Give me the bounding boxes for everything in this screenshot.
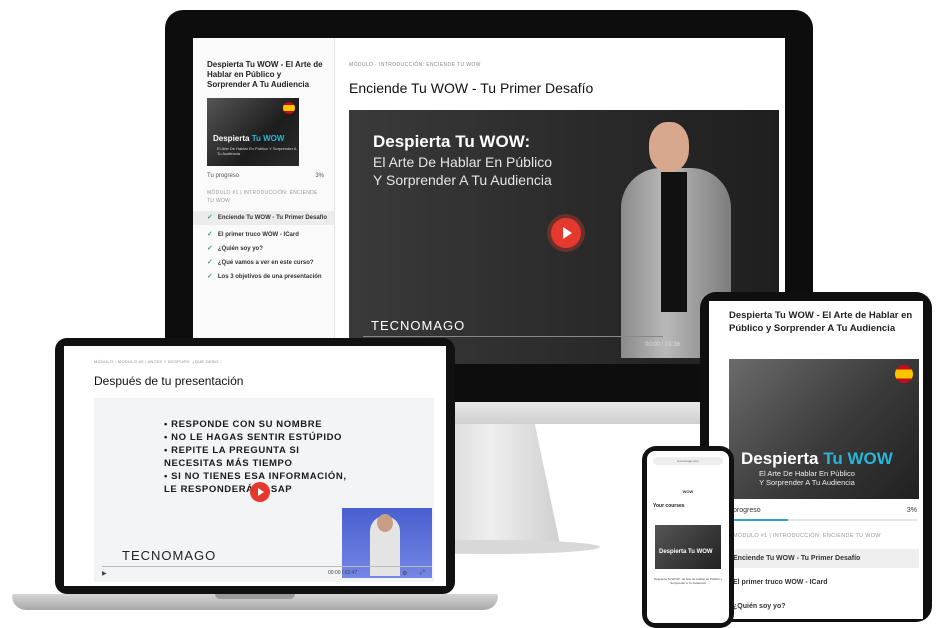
course-title: Despierta Tu WOW - El Arte de Hablar en … — [207, 60, 323, 89]
module-label: MÓDULO #1 | INTRODUCCIÓN: ENCIENDE TU WO… — [207, 190, 318, 204]
breadcrumb[interactable]: MÓDULO · MÓDULO #5 | ANTES Y DESPUÉS: ¿Q… — [94, 359, 223, 364]
course-card-desc: Despierta Tu WOW - El Arte de Hablar en … — [653, 577, 723, 585]
spain-flag-icon — [895, 365, 913, 383]
speaker-head — [649, 122, 689, 172]
breadcrumb[interactable]: MÓDULO · INTRODUCCIÓN: ENCIENDE TU WOW — [349, 62, 481, 68]
imac-screen: Despierta Tu WOW - El Arte de Hablar en … — [193, 38, 785, 364]
course-thumbnail[interactable]: Despierta Tu WOW El Arte De Hablar En Pú… — [207, 98, 299, 166]
video-time: 00:00 / 03:36 — [645, 342, 681, 348]
video-heading: Despierta Tu WOW: — [373, 132, 531, 151]
play-button-icon[interactable] — [551, 218, 581, 248]
brand-logo: TECNOMAGO — [122, 548, 217, 563]
slide-bullet: • RESPONDE CON SU NOMBRE — [164, 419, 323, 430]
site-logo: WOW — [682, 489, 694, 494]
laptop-notch — [215, 594, 295, 599]
slide-bullet: • REPITE LA PREGUNTA SI — [164, 445, 300, 456]
lesson-title: Enciende Tu WOW - Tu Primer Desafío — [349, 80, 594, 96]
spain-flag-icon — [283, 102, 295, 114]
lesson-label: ¿Qué vamos a ver en este curso? — [217, 260, 314, 266]
lesson-label: Enciende Tu WOW - Tu Primer Desafío — [217, 215, 327, 221]
slide-bullet: • NO LE HAGAS SENTIR ESTÚPIDO — [164, 432, 343, 443]
hero-subtitle: El Arte De Hablar En Público Y Sorprender… — [759, 469, 855, 487]
lesson-label: Los 3 objetivos de una presentación — [217, 274, 322, 280]
check-icon: ✓ — [207, 245, 213, 252]
module-label: MÓDULO #1 | INTRODUCCIÓN: ENCIENDE TU WO… — [733, 533, 881, 539]
course-title: Despierta Tu WOW - El Arte de Hablar en … — [729, 310, 913, 334]
video-progress-bar[interactable] — [102, 566, 432, 567]
lesson-label: ¿Quién soy yo? — [217, 246, 263, 252]
progress-value: 3% — [315, 173, 324, 179]
slide-bullet: • SI NO TIENES ESA INFORMACIÓN, — [164, 471, 347, 482]
lesson-item[interactable]: ✓ Los 3 objetivos de una presentación — [207, 273, 324, 281]
check-icon: ✓ — [207, 273, 213, 280]
course-card-title: Despierta Tu WOW — [659, 549, 713, 555]
course-sidebar: Despierta Tu WOW - El Arte de Hablar en … — [193, 38, 335, 364]
progress-label: progreso — [733, 507, 761, 514]
lesson-item[interactable]: ✓ ¿Quién soy yo? — [207, 245, 324, 253]
check-icon: ✓ — [207, 231, 213, 238]
check-icon: ✓ — [207, 259, 213, 266]
progress-row: progreso 3% — [733, 507, 917, 514]
tablet-screen: Despierta Tu WOW - El Arte de Hablar en … — [709, 301, 923, 619]
progress-value: 3% — [906, 507, 917, 514]
settings-icon[interactable]: ⚙ — [402, 570, 407, 577]
video-progress-bar[interactable] — [363, 336, 663, 337]
video-subheading-2: Y Sorprender A Tu Audiencia — [373, 172, 552, 188]
video-player[interactable]: • RESPONDE CON SU NOMBRE • NO LE HAGAS S… — [94, 398, 434, 582]
progress-bar — [733, 519, 917, 521]
lesson-item[interactable]: ¿Quién soy yo? — [729, 597, 919, 616]
video-controls: ▶ 00:00 / 02:47 ⚙ ⤢ — [102, 570, 432, 580]
play-button-icon[interactable] — [250, 482, 270, 502]
speaker-shirt — [661, 172, 687, 312]
lesson-item[interactable]: El primer truco WOW - ICard — [729, 573, 919, 592]
video-time: 00:00 / 02:47 — [328, 570, 358, 576]
lesson-label: El primer truco WOW - ICard — [217, 232, 299, 238]
thumb-title: Despierta Tu WOW — [213, 134, 285, 143]
phone-screen: tecnomago.com WOW Your courses Despierta… — [647, 451, 729, 623]
section-title: Your courses — [653, 503, 685, 509]
video-subheading-1: El Arte De Hablar En Público — [373, 154, 552, 170]
laptop-screen: MÓDULO · MÓDULO #5 | ANTES Y DESPUÉS: ¿Q… — [64, 346, 446, 586]
brand-logo: TECNOMAGO — [371, 318, 466, 333]
lesson-item[interactable]: ✓ El primer truco WOW - ICard — [207, 231, 324, 239]
fullscreen-icon[interactable]: ⤢ — [420, 570, 425, 577]
play-icon[interactable]: ▶ — [102, 570, 107, 577]
lesson-item[interactable]: ✓ Enciende Tu WOW - Tu Primer Desafío — [193, 211, 334, 225]
address-bar[interactable]: tecnomago.com — [653, 457, 723, 465]
thumb-subtitle: El Arte De Hablar En Público Y Sorprende… — [217, 146, 297, 156]
course-hero[interactable]: Despierta Tu WOW El Arte De Hablar En Pú… — [729, 359, 919, 499]
lesson-item[interactable]: Enciende Tu WOW - Tu Primer Desafío — [729, 549, 919, 568]
progress-label: Tu progreso — [207, 173, 240, 179]
speaker-head — [377, 514, 393, 532]
lesson-item[interactable]: ✓ ¿Qué vamos a ver en este curso? — [207, 259, 324, 267]
hero-title: Despierta Tu WOW — [741, 449, 893, 468]
check-icon: ✓ — [207, 214, 213, 221]
progress-row: Tu progreso 3% — [207, 173, 324, 179]
slide-bullet: NECESITAS MÁS TIEMPO — [164, 458, 293, 469]
lesson-title: Después de tu presentación — [94, 374, 244, 388]
course-card[interactable]: Despierta Tu WOW — [655, 525, 721, 569]
